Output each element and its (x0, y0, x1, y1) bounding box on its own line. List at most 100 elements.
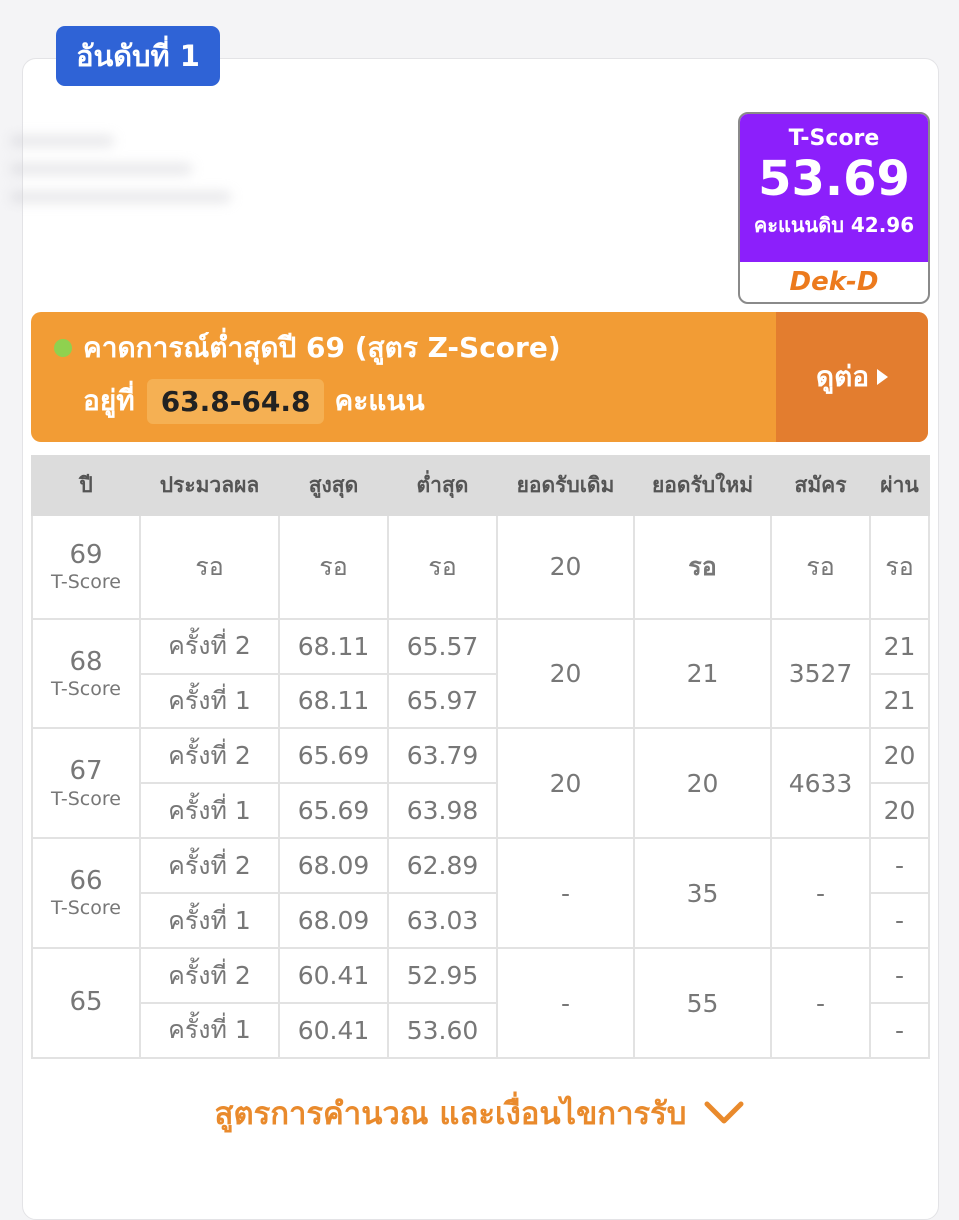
table-row: 65 ครั้งที่ 2 60.41 52.95 - 55 - - (31, 947, 930, 1059)
year-cell: 65 (31, 947, 141, 1059)
orig-quota-cell: 20 (496, 514, 635, 620)
orig-quota-cell: - (496, 837, 635, 950)
table-row: 68 T-Score ครั้งที่ 2 68.11 65.57 20 21 … (31, 617, 930, 730)
applicants-cell: รอ (770, 514, 871, 620)
year-cell: 69 T-Score (31, 514, 141, 620)
col-header-applicants: สมัคร (770, 455, 871, 516)
round-cell: ครั้งที่ 1 (139, 672, 280, 730)
applicants-cell: 4633 (770, 727, 871, 840)
see-more-button[interactable]: ดูต่อ (776, 312, 928, 442)
tscore-header: T-Score 53.69 คะแนนดิบ 42.96 (740, 114, 928, 262)
round-cell: ครั้งที่ 2 (139, 837, 280, 895)
passed-cell: 20 (869, 727, 930, 785)
forecast-range: 63.8-64.8 (146, 378, 325, 424)
year-value: 66 (69, 866, 103, 897)
col-header-orig-quota: ยอดรับเดิม (496, 455, 635, 516)
passed-cell: - (869, 947, 930, 1004)
forecast-title: คาดการณ์ต่ำสุดปี 69 (สูตร Z-Score) (83, 331, 561, 364)
round-cell: ครั้งที่ 2 (139, 947, 280, 1004)
table-row: 67 T-Score ครั้งที่ 2 65.69 63.79 20 20 … (31, 727, 930, 840)
max-cell: 65.69 (278, 782, 389, 840)
round-cell: ครั้งที่ 2 (139, 727, 280, 785)
passed-cell: - (869, 1001, 930, 1060)
forecast-suffix: คะแนน (334, 384, 425, 417)
applicants-cell: - (770, 837, 871, 950)
tscore-label: T-Score (788, 126, 880, 151)
col-header-min: ต่ำสุด (387, 455, 498, 516)
table-row: 69 T-Score รอ รอ รอ 20 รอ รอ รอ (31, 514, 930, 620)
max-cell: รอ (278, 514, 389, 620)
rank-badge: อันดับที่ 1 (56, 26, 220, 86)
year-cell: 68 T-Score (31, 617, 141, 730)
orig-quota-cell: 20 (496, 727, 635, 840)
new-quota-cell: 21 (633, 617, 772, 730)
round-cell: ครั้งที่ 2 (139, 617, 280, 675)
passed-cell: รอ (869, 514, 930, 620)
max-cell: 68.11 (278, 617, 389, 675)
year-unit: T-Score (51, 571, 121, 593)
tscore-box: T-Score 53.69 คะแนนดิบ 42.96 Dek-D (738, 112, 930, 304)
tscore-raw-score: คะแนนดิบ 42.96 (753, 213, 915, 237)
min-cell: 65.97 (387, 672, 498, 730)
year-cell: 67 T-Score (31, 727, 141, 840)
forecast-banner: คาดการณ์ต่ำสุดปี 69 (สูตร Z-Score) อยู่ท… (31, 312, 928, 442)
min-cell: 65.57 (387, 617, 498, 675)
year-unit: T-Score (51, 677, 121, 700)
max-cell: 68.11 (278, 672, 389, 730)
play-arrow-icon (877, 369, 889, 385)
new-quota-cell: 55 (633, 947, 772, 1059)
col-header-new-quota: ยอดรับใหม่ (633, 455, 772, 516)
calculation-conditions-link[interactable]: สูตรการคำนวณ และเงื่อนไขการรับ (0, 1088, 959, 1138)
col-header-process: ประมวลผล (139, 455, 280, 516)
passed-cell: - (869, 892, 930, 950)
round-cell: รอ (139, 514, 280, 620)
dekd-logo: Dek-D (789, 267, 879, 297)
chevron-down-icon (704, 1101, 744, 1124)
new-quota-cell: 35 (633, 837, 772, 950)
new-quota-cell: รอ (633, 514, 772, 620)
see-more-label: ดูต่อ (815, 360, 870, 393)
passed-cell: - (869, 837, 930, 895)
calculation-conditions-label: สูตรการคำนวณ และเงื่อนไขการรับ (214, 1096, 687, 1132)
passed-cell: 21 (869, 672, 930, 730)
admission-stats-table: ปี ประมวลผล สูงสุด ต่ำสุด ยอดรับเดิม ยอด… (31, 455, 930, 1060)
max-cell: 68.09 (278, 837, 389, 895)
orig-quota-cell: - (496, 947, 635, 1059)
passed-cell: 20 (869, 782, 930, 840)
applicants-cell: 3527 (770, 617, 871, 730)
status-dot-icon (54, 339, 72, 357)
year-value: 68 (69, 646, 103, 677)
min-cell: 52.95 (387, 947, 498, 1004)
round-cell: ครั้งที่ 1 (139, 892, 280, 950)
table-row: 66 T-Score ครั้งที่ 2 68.09 62.89 - 35 -… (31, 837, 930, 950)
year-unit: T-Score (51, 897, 121, 920)
blurred-program-name (10, 118, 270, 238)
forecast-prefix: อยู่ที่ (83, 384, 135, 417)
max-cell: 68.09 (278, 892, 389, 950)
round-cell: ครั้งที่ 1 (139, 1001, 280, 1060)
min-cell: 62.89 (387, 837, 498, 895)
col-header-max: สูงสุด (278, 455, 389, 516)
year-value: 67 (69, 756, 103, 787)
max-cell: 60.41 (278, 1001, 389, 1060)
year-unit: T-Score (51, 787, 121, 810)
min-cell: 63.79 (387, 727, 498, 785)
min-cell: 53.60 (387, 1001, 498, 1060)
new-quota-cell: 20 (633, 727, 772, 840)
passed-cell: 21 (869, 617, 930, 675)
applicants-cell: - (770, 947, 871, 1059)
col-header-year: ปี (31, 455, 141, 516)
max-cell: 65.69 (278, 727, 389, 785)
max-cell: 60.41 (278, 947, 389, 1004)
year-value: 69 (69, 539, 103, 570)
forecast-range-line: อยู่ที่ 63.8-64.8 คะแนน (83, 370, 425, 432)
round-cell: ครั้งที่ 1 (139, 782, 280, 840)
min-cell: 63.98 (387, 782, 498, 840)
col-header-passed: ผ่าน (869, 455, 930, 516)
table-header-row: ปี ประมวลผล สูงสุด ต่ำสุด ยอดรับเดิม ยอด… (31, 455, 930, 516)
orig-quota-cell: 20 (496, 617, 635, 730)
year-value: 65 (69, 987, 103, 1018)
min-cell: 63.03 (387, 892, 498, 950)
tscore-value: 53.69 (758, 151, 910, 207)
min-cell: รอ (387, 514, 498, 620)
